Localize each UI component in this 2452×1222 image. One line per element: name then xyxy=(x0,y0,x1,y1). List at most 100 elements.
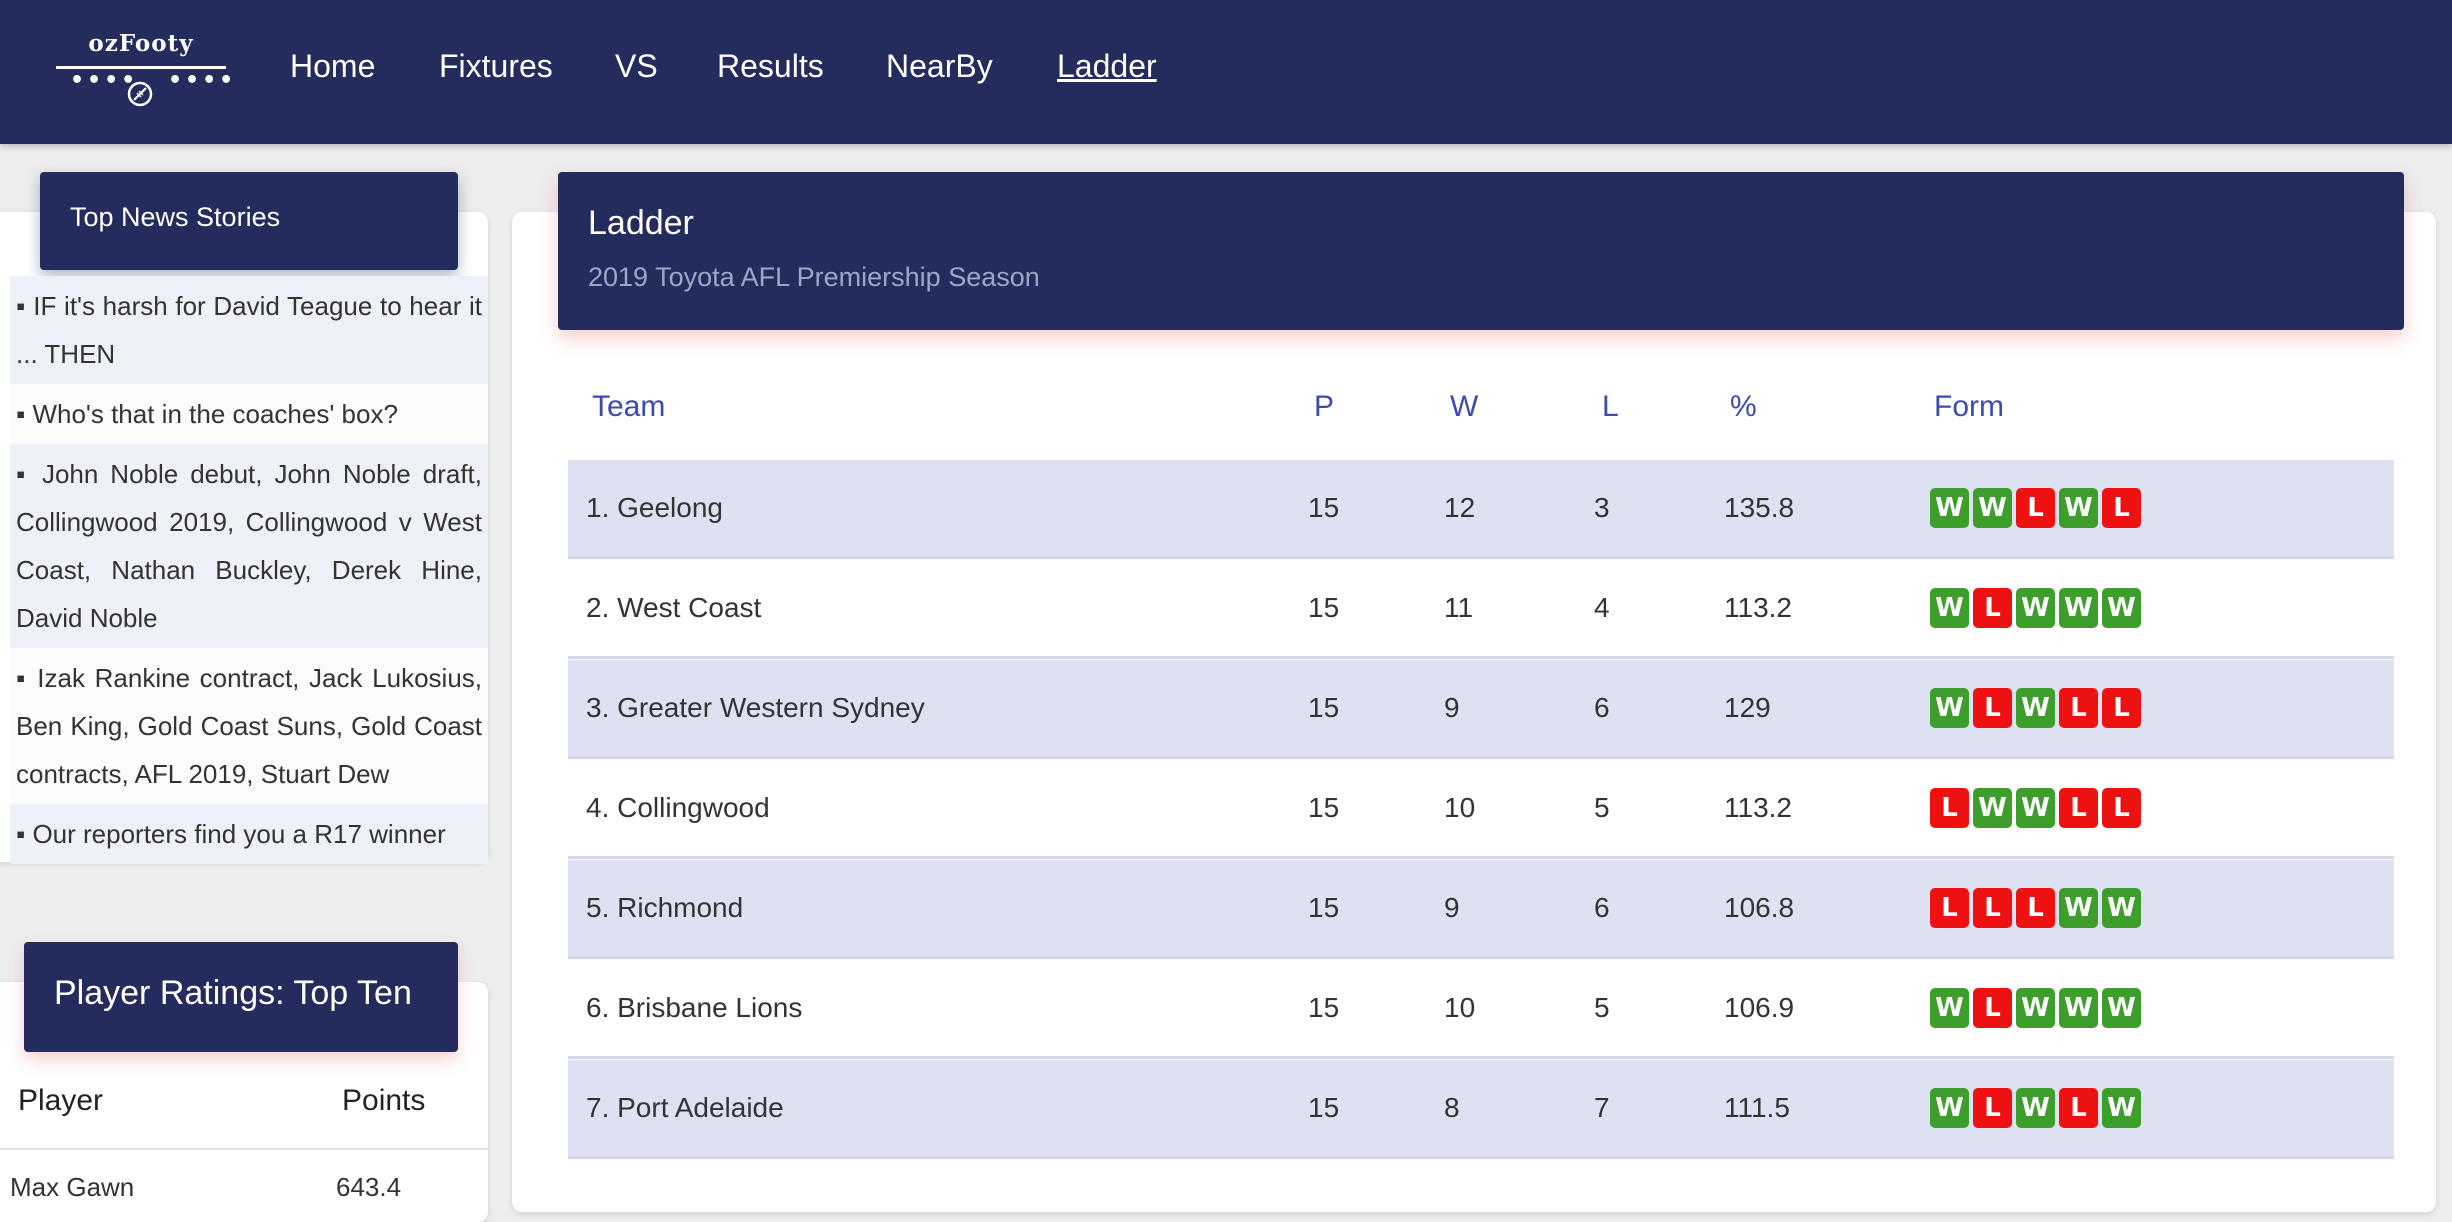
wins-cell: 9 xyxy=(1444,692,1460,723)
nav-home-link[interactable]: Home xyxy=(290,48,375,85)
news-list: ▪ IF it's harsh for David Teague to hear… xyxy=(10,276,488,864)
team-name-cell: 6. Brisbane Lions xyxy=(586,992,803,1023)
team-name-cell: 5. Richmond xyxy=(586,892,744,923)
news-item[interactable]: ▪ IF it's harsh for David Teague to hear… xyxy=(10,276,488,384)
points-column-header: Points xyxy=(342,1084,426,1117)
win-badge: W xyxy=(2102,588,2141,628)
team-name-cell: 4. Collingwood xyxy=(586,792,770,823)
ladder-row[interactable]: 6. Brisbane Lions 15 10 5 106.9 W L W W W xyxy=(568,960,2394,1059)
football-icon xyxy=(127,81,153,107)
win-badge: W xyxy=(2059,888,2098,928)
form-guide: WWLWL xyxy=(1930,488,2141,528)
wins-cell: 12 xyxy=(1444,492,1476,523)
percentage-cell: 111.5 xyxy=(1724,1092,1790,1123)
news-card-header: Top News Stories xyxy=(40,172,458,270)
team-name-cell: 3. Greater Western Sydney xyxy=(586,692,925,723)
percentage-cell: 135.8 xyxy=(1724,492,1795,523)
ladder-title: Ladder xyxy=(588,204,694,242)
loss-badge: L xyxy=(1973,588,2012,628)
team-name-cell: 7. Port Adelaide xyxy=(586,1092,784,1123)
win-badge: W xyxy=(2102,888,2141,928)
losses-column-header[interactable]: L xyxy=(1602,390,1619,424)
losses-cell: 5 xyxy=(1594,992,1610,1023)
loss-badge: L xyxy=(2102,788,2141,828)
form-guide: WLWLW xyxy=(1930,1088,2141,1128)
played-column-header[interactable]: P xyxy=(1314,390,1334,424)
losses-cell: 4 xyxy=(1594,592,1610,623)
win-badge: W xyxy=(2059,588,2098,628)
wins-column-header[interactable]: W xyxy=(1450,390,1478,424)
win-badge: W xyxy=(2102,988,2141,1028)
nav-ladder-link[interactable]: Ladder xyxy=(1057,48,1157,85)
win-badge: W xyxy=(2016,788,2055,828)
wins-cell: 10 xyxy=(1444,992,1476,1023)
losses-cell: 5 xyxy=(1594,792,1610,823)
ladder-row[interactable]: 7. Port Adelaide 15 8 7 111.5 W L W L W xyxy=(568,1060,2394,1159)
loss-badge: L xyxy=(1973,1088,2012,1128)
loss-badge: L xyxy=(2059,788,2098,828)
logo-dots-right: •••• xyxy=(168,68,237,93)
win-badge: W xyxy=(2059,488,2098,528)
percentage-column-header[interactable]: % xyxy=(1730,390,1757,424)
loss-badge: L xyxy=(2016,488,2055,528)
wins-cell: 9 xyxy=(1444,892,1460,923)
form-guide: WLWWW xyxy=(1930,588,2141,628)
loss-badge: L xyxy=(1930,788,1969,828)
player-ratings-header: Player Ratings: Top Ten xyxy=(24,942,458,1052)
news-item[interactable]: ▪ Who's that in the coaches' box? xyxy=(10,384,488,444)
wins-cell: 8 xyxy=(1444,1092,1460,1123)
nav-results-link[interactable]: Results xyxy=(717,48,824,85)
ladder-card-header: Ladder 2019 Toyota AFL Premiership Seaso… xyxy=(558,172,2404,330)
percentage-cell: 113.2 xyxy=(1724,792,1792,823)
team-column-header[interactable]: Team xyxy=(592,390,665,424)
logo-text: ozFooty xyxy=(88,30,194,57)
percentage-cell: 106.8 xyxy=(1724,892,1795,923)
ladder-row[interactable]: 5. Richmond 15 9 6 106.8 L L L W W xyxy=(568,860,2394,959)
ladder-row[interactable]: 4. Collingwood 15 10 5 113.2 L W W L L xyxy=(568,760,2394,859)
loss-badge: L xyxy=(2102,488,2141,528)
ladder-row[interactable]: 1. Geelong 15 12 3 135.8 W W L W L xyxy=(568,460,2394,559)
ozfooty-logo[interactable]: ozFooty •••• •••• xyxy=(56,30,233,110)
win-badge: W xyxy=(1930,688,1969,728)
losses-cell: 6 xyxy=(1594,692,1610,723)
played-cell: 15 xyxy=(1308,492,1340,523)
win-badge: W xyxy=(1930,1088,1969,1128)
ladder-subtitle: 2019 Toyota AFL Premiership Season xyxy=(588,262,1040,292)
loss-badge: L xyxy=(2102,688,2141,728)
form-guide: LWWLL xyxy=(1930,788,2141,828)
played-cell: 15 xyxy=(1308,792,1340,823)
played-cell: 15 xyxy=(1308,692,1340,723)
played-cell: 15 xyxy=(1308,1092,1340,1123)
news-item[interactable]: ▪ Izak Rankine contract, Jack Lukosius, … xyxy=(10,648,488,804)
loss-badge: L xyxy=(2059,1088,2098,1128)
ladder-row[interactable]: 2. West Coast 15 11 4 113.2 W L W W W xyxy=(568,560,2394,659)
losses-cell: 6 xyxy=(1594,892,1610,923)
win-badge: W xyxy=(2102,1088,2141,1128)
played-cell: 15 xyxy=(1308,592,1340,623)
loss-badge: L xyxy=(1973,988,2012,1028)
player-column-header: Player xyxy=(18,1084,104,1117)
win-badge: W xyxy=(2059,988,2098,1028)
win-badge: W xyxy=(2016,988,2055,1028)
percentage-cell: 129 xyxy=(1724,692,1771,723)
nav-nearby-link[interactable]: NearBy xyxy=(886,48,993,85)
loss-badge: L xyxy=(2016,888,2055,928)
nav-vs-link[interactable]: VS xyxy=(615,48,658,85)
team-name-cell: 1. Geelong xyxy=(586,492,723,523)
win-badge: W xyxy=(1973,488,2012,528)
ladder-row[interactable]: 3. Greater Western Sydney 15 9 6 129 W L W L L xyxy=(568,660,2394,759)
wins-cell: 11 xyxy=(1444,592,1474,623)
player-table-divider xyxy=(0,1148,488,1150)
nav-fixtures-link[interactable]: Fixtures xyxy=(439,48,553,85)
win-badge: W xyxy=(1930,588,1969,628)
news-item[interactable]: ▪ John Noble debut, John Noble draft, Co… xyxy=(10,444,488,648)
loss-badge: L xyxy=(1973,688,2012,728)
form-column-header: Form xyxy=(1934,390,2004,423)
news-item[interactable]: ▪ Our reporters find you a R17 winner xyxy=(10,804,488,864)
loss-badge: L xyxy=(2059,688,2098,728)
news-card-title: Top News Stories xyxy=(70,202,281,232)
win-badge: W xyxy=(1973,788,2012,828)
form-guide: WLWLL xyxy=(1930,688,2141,728)
form-guide: WLWWW xyxy=(1930,988,2141,1028)
win-badge: W xyxy=(2016,588,2055,628)
